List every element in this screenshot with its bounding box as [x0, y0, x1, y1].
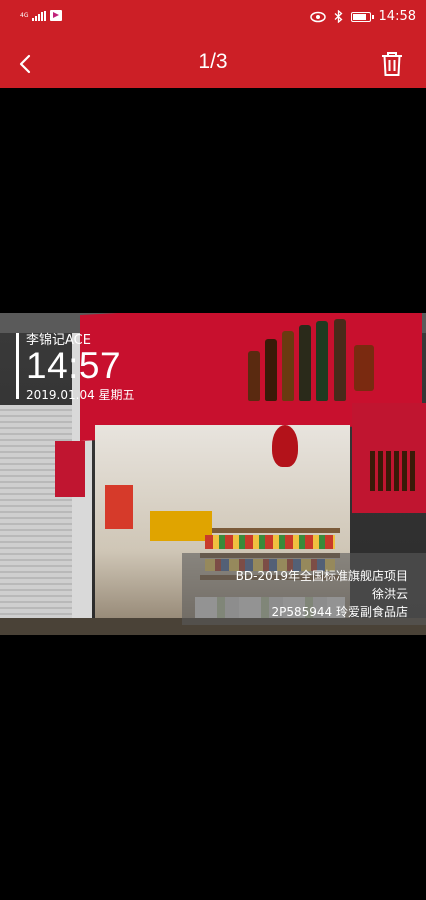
status-time: 14:58: [378, 9, 416, 24]
toolbar: 1/3: [0, 36, 426, 88]
trash-icon: [382, 52, 402, 76]
eye-comfort-icon: [309, 11, 326, 22]
signal-icon: [32, 10, 47, 21]
status-left: 4G: [20, 10, 63, 21]
status-bar: 4G 14:58: [0, 0, 426, 36]
watermark-time: 14:57: [26, 345, 122, 386]
network-label: 4G: [20, 11, 29, 19]
watermark-info-panel: BD-2019年全国标准旗舰店项目 徐洪云 2P585944 玲爱副食品店: [182, 553, 426, 625]
battery-icon: [350, 11, 374, 22]
status-right: 14:58: [309, 9, 416, 24]
info-line-project: BD-2019年全国标准旗舰店项目: [235, 569, 408, 583]
delete-button[interactable]: [372, 42, 412, 82]
header: 4G 14:58 1/3: [0, 0, 426, 88]
photo-viewer[interactable]: 李锦记ACE 14:57 2019.01.04 星期五 BD-2019年全国标准…: [0, 313, 426, 635]
chinese-knot-decoration: [272, 425, 298, 467]
info-line-store: 2P585944 玲爱副食品店: [271, 605, 409, 619]
info-line-person: 徐洪云: [371, 587, 408, 601]
video-app-icon: [50, 10, 63, 21]
page-counter: 1/3: [198, 50, 228, 73]
network-type: 4G: [20, 11, 29, 19]
watermark-bar: [16, 333, 19, 399]
watermark-date: 2019.01.04 星期五: [26, 388, 135, 402]
bluetooth-icon: [334, 10, 343, 23]
shutter-door: [0, 405, 72, 635]
